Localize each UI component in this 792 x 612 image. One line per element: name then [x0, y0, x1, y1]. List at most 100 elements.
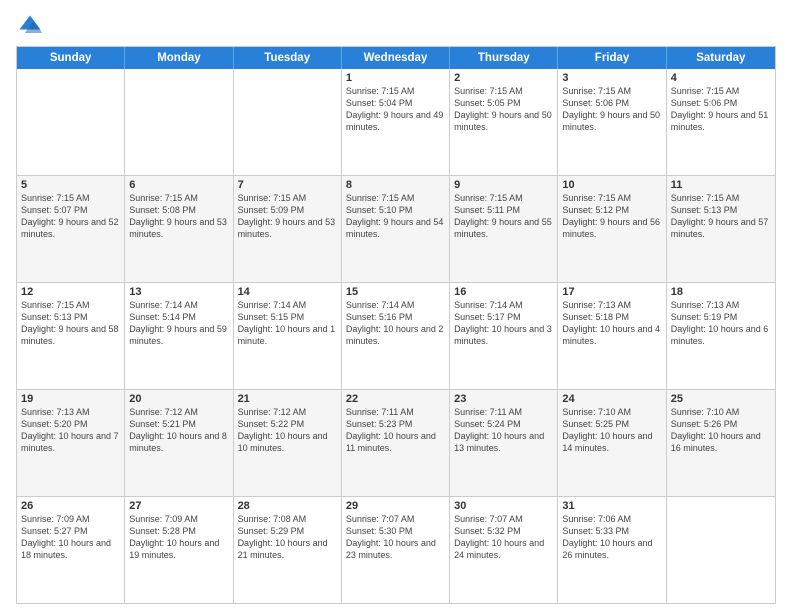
day-info: Sunrise: 7:07 AM Sunset: 5:32 PM Dayligh…: [454, 513, 553, 562]
day-cell-28: 28Sunrise: 7:08 AM Sunset: 5:29 PM Dayli…: [234, 497, 342, 603]
day-cell-empty: [17, 69, 125, 175]
day-info: Sunrise: 7:15 AM Sunset: 5:08 PM Dayligh…: [129, 192, 228, 241]
day-info: Sunrise: 7:12 AM Sunset: 5:22 PM Dayligh…: [238, 406, 337, 455]
day-number: 3: [562, 72, 661, 84]
day-number: 6: [129, 179, 228, 191]
day-number: 27: [129, 500, 228, 512]
day-info: Sunrise: 7:10 AM Sunset: 5:26 PM Dayligh…: [671, 406, 771, 455]
day-number: 14: [238, 286, 337, 298]
day-cell-30: 30Sunrise: 7:07 AM Sunset: 5:32 PM Dayli…: [450, 497, 558, 603]
day-info: Sunrise: 7:15 AM Sunset: 5:10 PM Dayligh…: [346, 192, 445, 241]
day-cell-24: 24Sunrise: 7:10 AM Sunset: 5:25 PM Dayli…: [558, 390, 666, 496]
day-info: Sunrise: 7:15 AM Sunset: 5:04 PM Dayligh…: [346, 85, 445, 134]
header: [16, 12, 776, 40]
day-number: 30: [454, 500, 553, 512]
day-number: 15: [346, 286, 445, 298]
day-info: Sunrise: 7:15 AM Sunset: 5:13 PM Dayligh…: [21, 299, 120, 348]
day-cell-16: 16Sunrise: 7:14 AM Sunset: 5:17 PM Dayli…: [450, 283, 558, 389]
day-cell-7: 7Sunrise: 7:15 AM Sunset: 5:09 PM Daylig…: [234, 176, 342, 282]
day-number: 11: [671, 179, 771, 191]
day-number: 28: [238, 500, 337, 512]
day-info: Sunrise: 7:15 AM Sunset: 5:06 PM Dayligh…: [562, 85, 661, 134]
day-cell-8: 8Sunrise: 7:15 AM Sunset: 5:10 PM Daylig…: [342, 176, 450, 282]
day-info: Sunrise: 7:15 AM Sunset: 5:07 PM Dayligh…: [21, 192, 120, 241]
day-info: Sunrise: 7:11 AM Sunset: 5:24 PM Dayligh…: [454, 406, 553, 455]
week-row-4: 19Sunrise: 7:13 AM Sunset: 5:20 PM Dayli…: [17, 389, 775, 496]
day-info: Sunrise: 7:10 AM Sunset: 5:25 PM Dayligh…: [562, 406, 661, 455]
day-info: Sunrise: 7:15 AM Sunset: 5:06 PM Dayligh…: [671, 85, 771, 134]
day-info: Sunrise: 7:13 AM Sunset: 5:20 PM Dayligh…: [21, 406, 120, 455]
page: SundayMondayTuesdayWednesdayThursdayFrid…: [0, 0, 792, 612]
day-cell-empty: [667, 497, 775, 603]
day-cell-29: 29Sunrise: 7:07 AM Sunset: 5:30 PM Dayli…: [342, 497, 450, 603]
day-info: Sunrise: 7:15 AM Sunset: 5:13 PM Dayligh…: [671, 192, 771, 241]
day-cell-31: 31Sunrise: 7:06 AM Sunset: 5:33 PM Dayli…: [558, 497, 666, 603]
day-cell-empty: [234, 69, 342, 175]
day-cell-17: 17Sunrise: 7:13 AM Sunset: 5:18 PM Dayli…: [558, 283, 666, 389]
day-number: 16: [454, 286, 553, 298]
day-headers: SundayMondayTuesdayWednesdayThursdayFrid…: [17, 47, 775, 69]
day-header-tuesday: Tuesday: [234, 47, 342, 69]
day-cell-19: 19Sunrise: 7:13 AM Sunset: 5:20 PM Dayli…: [17, 390, 125, 496]
day-number: 13: [129, 286, 228, 298]
calendar: SundayMondayTuesdayWednesdayThursdayFrid…: [16, 46, 776, 604]
day-cell-empty: [125, 69, 233, 175]
day-header-thursday: Thursday: [450, 47, 558, 69]
day-number: 21: [238, 393, 337, 405]
day-header-friday: Friday: [558, 47, 666, 69]
day-cell-11: 11Sunrise: 7:15 AM Sunset: 5:13 PM Dayli…: [667, 176, 775, 282]
day-number: 20: [129, 393, 228, 405]
day-cell-20: 20Sunrise: 7:12 AM Sunset: 5:21 PM Dayli…: [125, 390, 233, 496]
logo-icon: [16, 12, 44, 40]
day-cell-5: 5Sunrise: 7:15 AM Sunset: 5:07 PM Daylig…: [17, 176, 125, 282]
day-info: Sunrise: 7:14 AM Sunset: 5:16 PM Dayligh…: [346, 299, 445, 348]
day-cell-27: 27Sunrise: 7:09 AM Sunset: 5:28 PM Dayli…: [125, 497, 233, 603]
day-cell-6: 6Sunrise: 7:15 AM Sunset: 5:08 PM Daylig…: [125, 176, 233, 282]
day-info: Sunrise: 7:14 AM Sunset: 5:15 PM Dayligh…: [238, 299, 337, 348]
logo: [16, 12, 48, 40]
week-row-2: 5Sunrise: 7:15 AM Sunset: 5:07 PM Daylig…: [17, 175, 775, 282]
day-number: 18: [671, 286, 771, 298]
day-info: Sunrise: 7:11 AM Sunset: 5:23 PM Dayligh…: [346, 406, 445, 455]
day-cell-12: 12Sunrise: 7:15 AM Sunset: 5:13 PM Dayli…: [17, 283, 125, 389]
day-cell-3: 3Sunrise: 7:15 AM Sunset: 5:06 PM Daylig…: [558, 69, 666, 175]
day-number: 1: [346, 72, 445, 84]
weeks: 1Sunrise: 7:15 AM Sunset: 5:04 PM Daylig…: [17, 69, 775, 603]
day-cell-23: 23Sunrise: 7:11 AM Sunset: 5:24 PM Dayli…: [450, 390, 558, 496]
day-cell-10: 10Sunrise: 7:15 AM Sunset: 5:12 PM Dayli…: [558, 176, 666, 282]
day-number: 7: [238, 179, 337, 191]
day-number: 26: [21, 500, 120, 512]
day-header-wednesday: Wednesday: [342, 47, 450, 69]
day-number: 4: [671, 72, 771, 84]
day-info: Sunrise: 7:14 AM Sunset: 5:17 PM Dayligh…: [454, 299, 553, 348]
day-cell-22: 22Sunrise: 7:11 AM Sunset: 5:23 PM Dayli…: [342, 390, 450, 496]
week-row-5: 26Sunrise: 7:09 AM Sunset: 5:27 PM Dayli…: [17, 496, 775, 603]
day-header-monday: Monday: [125, 47, 233, 69]
day-header-sunday: Sunday: [17, 47, 125, 69]
day-info: Sunrise: 7:15 AM Sunset: 5:12 PM Dayligh…: [562, 192, 661, 241]
day-info: Sunrise: 7:06 AM Sunset: 5:33 PM Dayligh…: [562, 513, 661, 562]
day-cell-21: 21Sunrise: 7:12 AM Sunset: 5:22 PM Dayli…: [234, 390, 342, 496]
day-number: 8: [346, 179, 445, 191]
day-header-saturday: Saturday: [667, 47, 775, 69]
day-info: Sunrise: 7:15 AM Sunset: 5:05 PM Dayligh…: [454, 85, 553, 134]
day-cell-2: 2Sunrise: 7:15 AM Sunset: 5:05 PM Daylig…: [450, 69, 558, 175]
day-info: Sunrise: 7:14 AM Sunset: 5:14 PM Dayligh…: [129, 299, 228, 348]
day-cell-9: 9Sunrise: 7:15 AM Sunset: 5:11 PM Daylig…: [450, 176, 558, 282]
day-info: Sunrise: 7:13 AM Sunset: 5:19 PM Dayligh…: [671, 299, 771, 348]
day-info: Sunrise: 7:13 AM Sunset: 5:18 PM Dayligh…: [562, 299, 661, 348]
day-number: 24: [562, 393, 661, 405]
day-info: Sunrise: 7:15 AM Sunset: 5:11 PM Dayligh…: [454, 192, 553, 241]
day-info: Sunrise: 7:09 AM Sunset: 5:28 PM Dayligh…: [129, 513, 228, 562]
day-cell-26: 26Sunrise: 7:09 AM Sunset: 5:27 PM Dayli…: [17, 497, 125, 603]
day-number: 19: [21, 393, 120, 405]
day-info: Sunrise: 7:15 AM Sunset: 5:09 PM Dayligh…: [238, 192, 337, 241]
day-number: 22: [346, 393, 445, 405]
day-number: 5: [21, 179, 120, 191]
day-cell-14: 14Sunrise: 7:14 AM Sunset: 5:15 PM Dayli…: [234, 283, 342, 389]
week-row-1: 1Sunrise: 7:15 AM Sunset: 5:04 PM Daylig…: [17, 69, 775, 175]
week-row-3: 12Sunrise: 7:15 AM Sunset: 5:13 PM Dayli…: [17, 282, 775, 389]
day-number: 2: [454, 72, 553, 84]
day-number: 29: [346, 500, 445, 512]
day-number: 10: [562, 179, 661, 191]
